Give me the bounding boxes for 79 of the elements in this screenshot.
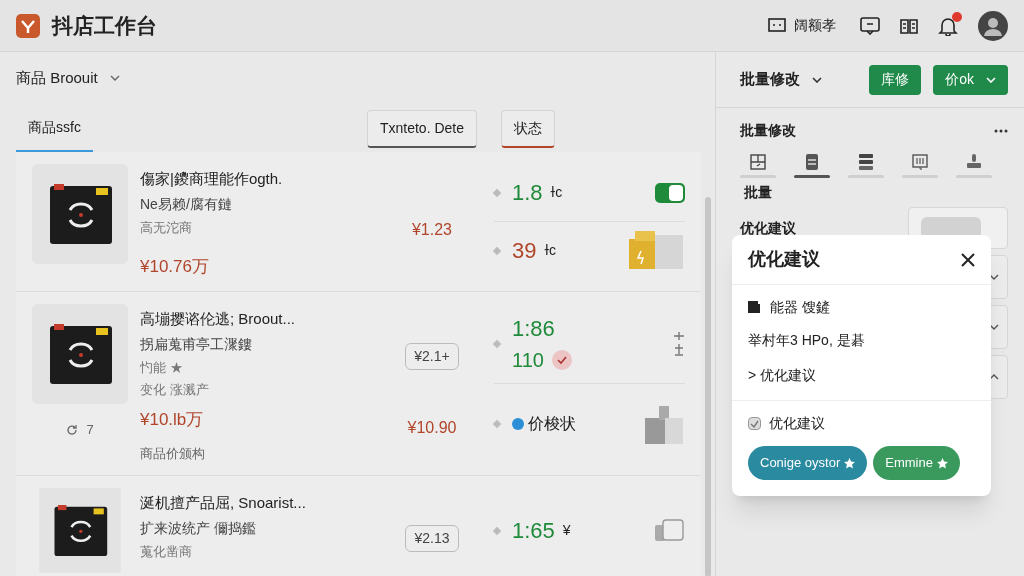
checkbox-icon[interactable] xyxy=(655,518,685,543)
more-icon[interactable] xyxy=(994,128,1008,133)
stat-value: 1:86 xyxy=(512,315,555,343)
count-text: 7 xyxy=(86,421,94,439)
dialog-text: 举村年3 HPo, 是碁 xyxy=(748,331,866,350)
product-price: ¥10.lb万 xyxy=(140,409,205,431)
product-detail: 扩来波统产 儞捣鑑 xyxy=(140,518,257,538)
header-link[interactable]: 阔额孝 xyxy=(768,15,836,36)
app-title: 抖店工作台 xyxy=(52,12,157,39)
price-text: ¥10.90 xyxy=(407,418,457,438)
close-icon[interactable] xyxy=(961,252,975,267)
chevron-down-icon xyxy=(986,76,996,83)
stack-icon xyxy=(856,153,876,171)
bullet-icon xyxy=(492,419,502,428)
stat-unit: ɫc xyxy=(544,241,557,260)
stat-unit: ɫc xyxy=(550,183,563,202)
dialog-text: > 优化建议 xyxy=(748,366,818,385)
product-price: ¥10.76万 xyxy=(140,255,210,278)
toggle[interactable] xyxy=(655,182,685,203)
monitor-icon xyxy=(910,153,930,171)
chevron-down-icon xyxy=(109,75,120,81)
refresh-icon xyxy=(66,423,79,436)
chevron-down-icon xyxy=(812,76,822,83)
section-title: 批量修改 xyxy=(740,121,796,140)
checkbox[interactable]: 优化建议 xyxy=(732,401,991,434)
stat-value: 1:65 xyxy=(512,517,555,545)
avatar-icon[interactable] xyxy=(978,10,1008,41)
star-icon xyxy=(844,457,856,469)
logo-icon xyxy=(16,13,40,38)
tool-tab[interactable]: 批量 xyxy=(740,153,776,203)
product-title: 涎机擅产品屈, Snoarist... xyxy=(140,493,307,513)
chat-icon xyxy=(768,17,786,34)
stat-value: 110 xyxy=(512,348,544,373)
batch-menu[interactable]: 批量修改 xyxy=(740,68,822,91)
stamp-icon xyxy=(964,153,984,171)
product-detail: 拐扁蒐甫亭工㵵鏤 xyxy=(140,334,253,354)
product-detail: Ne易赖/腐有鏈 xyxy=(140,194,233,214)
price-text: ¥1.23 xyxy=(411,219,452,240)
dialog-title: 优化建议 xyxy=(748,248,820,271)
price-chip: ¥2.13 xyxy=(405,525,459,552)
product-detail: 㣿能 ★ xyxy=(140,358,184,377)
product-note: 商品价颁构 xyxy=(140,444,206,463)
filter-button[interactable]: 状态 xyxy=(501,110,555,148)
dialog-button[interactable]: Conige oystor xyxy=(748,446,868,480)
product-row[interactable]: 涎机擅产品屈, Snoarist... 扩来波统产 儞捣鑑 蒐化凿商 ¥2.13 1:65 ¥ xyxy=(16,476,701,576)
book-icon[interactable] xyxy=(900,16,918,35)
star-icon xyxy=(936,457,948,469)
product-detail: 高无沱商 xyxy=(140,218,193,237)
stat-value: 1.8 xyxy=(512,179,543,207)
product-detail: 变化 涨溅产 xyxy=(140,381,210,399)
product-selector[interactable]: 商品 Broouit xyxy=(16,66,120,90)
action-button[interactable]: 库修 xyxy=(869,64,922,95)
folder-icon xyxy=(629,230,685,271)
bullet-icon xyxy=(492,188,502,197)
action-button[interactable]: 价ok xyxy=(933,64,1008,95)
dialog-button[interactable]: Emmine xyxy=(873,446,960,480)
scrollbar[interactable] xyxy=(705,197,711,576)
stat-unit: ¥ xyxy=(562,521,571,540)
bullet-icon xyxy=(492,526,502,535)
check-badge-icon xyxy=(551,350,572,370)
grid-icon xyxy=(748,153,768,171)
dialog-text: 能器 馊鏟 xyxy=(770,298,830,317)
field-label: 优化建议 xyxy=(740,218,796,238)
product-title: 傷家|鑁商理能作ogth. xyxy=(140,169,284,189)
stat-value: 价梭状 xyxy=(528,413,576,434)
filter-button[interactable]: Txnteto. Dete xyxy=(366,110,477,148)
bell-icon xyxy=(938,15,958,36)
price-chip: ¥2.1+ xyxy=(405,343,459,370)
bullet-icon xyxy=(492,246,502,255)
stat-value: 39 xyxy=(512,237,537,265)
product-detail: 蒐化凿商 xyxy=(140,542,193,561)
note-icon xyxy=(748,301,762,314)
product-row[interactable]: 傷家|鑁商理能作ogth. Ne易赖/腐有鏈 高无沱商 ¥10.76万 ¥1.23 1.8 ɫc 39 ɫc xyxy=(16,152,701,292)
message-icon[interactable] xyxy=(860,16,880,35)
product-title: 高塴撄谘伦逃; Broout... xyxy=(140,309,297,329)
check-icon xyxy=(750,419,759,428)
bullet-icon xyxy=(492,339,502,348)
tick-marks-icon xyxy=(673,331,685,356)
product-row[interactable]: 7 高塴撄谘伦逃; Broout... 拐扁蒐甫亭工㵵鏤 㣿能 ★ 变化 涨溅产 ¥10.lb万 商品价颁构 ¥2.1+ ¥10.90 1:86 110 价梭状 xyxy=(16,292,701,476)
